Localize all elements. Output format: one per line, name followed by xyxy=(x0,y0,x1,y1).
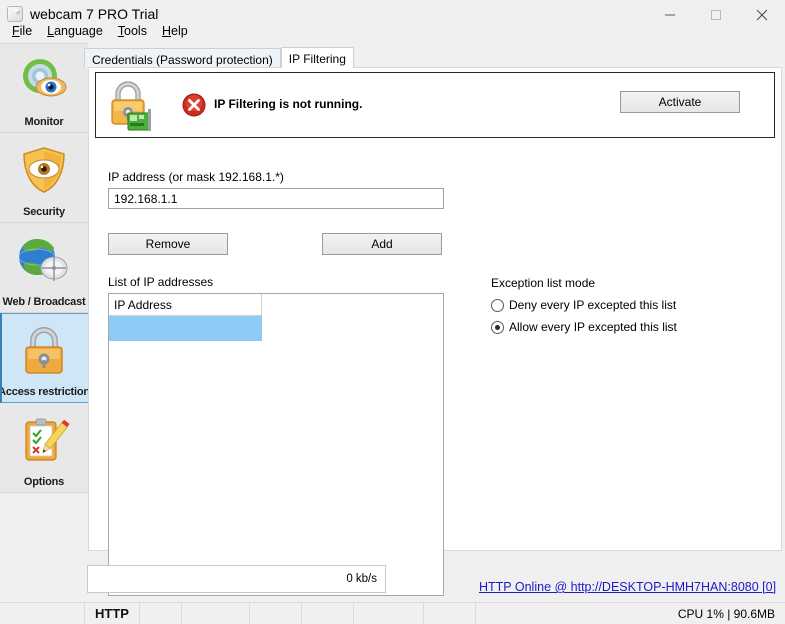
clipboard-pencil-icon xyxy=(0,403,88,476)
sidebar-item-access-restriction[interactable]: Access restriction xyxy=(0,313,90,403)
error-circle-icon xyxy=(182,93,206,117)
exception-list-mode-label: Exception list mode xyxy=(491,276,596,290)
menu-item-file-rest: ile xyxy=(19,24,33,38)
radio-button-selected-icon xyxy=(491,320,504,334)
status-cell-6 xyxy=(354,603,424,624)
ip-list-label: List of IP addresses xyxy=(108,275,214,289)
sidebar-item-monitor[interactable]: Monitor xyxy=(0,43,88,133)
application-window: webcam 7 PRO Trial File Language Tools H… xyxy=(0,0,785,624)
menu-item-file[interactable]: File xyxy=(5,22,40,40)
remove-button[interactable]: Remove xyxy=(108,233,228,255)
status-cell-http: HTTP xyxy=(85,603,140,624)
globe-satellite-icon xyxy=(0,223,88,296)
shield-eye-icon xyxy=(0,133,88,206)
radio-label: Deny every IP excepted this list xyxy=(509,298,677,312)
tab-ip-filtering[interactable]: IP Filtering xyxy=(280,47,354,68)
bandwidth-rate-value: 0 kb/s xyxy=(346,573,377,585)
status-cell-0 xyxy=(0,603,85,624)
radio-button-icon xyxy=(491,298,504,312)
status-bar: HTTP CPU 1% | 90.6MB xyxy=(0,602,785,624)
sidebar-item-label: Options xyxy=(23,476,65,488)
app-window-icon xyxy=(7,6,23,22)
padlock-icon xyxy=(0,314,88,386)
sidebar-item-label: Monitor xyxy=(24,116,64,128)
menu-item-tools-rest: ools xyxy=(124,24,147,38)
tab-credentials[interactable]: Credentials (Password protection) xyxy=(84,48,281,68)
menu-item-language-rest: anguage xyxy=(54,24,103,38)
menu-item-help-rest: elp xyxy=(171,24,188,38)
menu-item-help[interactable]: Help xyxy=(155,22,196,40)
status-banner: IP Filtering is not running. Activate xyxy=(95,72,775,138)
tab-strip: Credentials (Password protection) IP Fil… xyxy=(84,47,354,68)
ip-address-input[interactable] xyxy=(108,188,444,209)
status-cell-3 xyxy=(182,603,250,624)
ip-address-label: IP address (or mask 192.168.1.*) xyxy=(108,170,284,184)
status-cell-2 xyxy=(140,603,182,624)
sidebar-item-web-broadcast[interactable]: Web / Broadcast xyxy=(0,223,88,313)
status-cpu-memory: CPU 1% | 90.6MB xyxy=(677,606,775,621)
ip-address-list[interactable]: IP Address xyxy=(108,293,444,596)
menu-item-tools[interactable]: Tools xyxy=(111,22,155,40)
status-cell-7 xyxy=(424,603,476,624)
http-online-link[interactable]: HTTP Online @ http://DESKTOP-HMH7HAN:808… xyxy=(479,580,776,594)
status-text: IP Filtering is not running. xyxy=(214,97,363,111)
bandwidth-rate-box: 0 kb/s xyxy=(87,565,386,593)
sidebar-item-label: Web / Broadcast xyxy=(2,296,86,308)
status-cell-4 xyxy=(250,603,302,624)
sidebar-item-label: Access restriction xyxy=(0,386,90,398)
list-column-header-ip-address[interactable]: IP Address xyxy=(109,294,262,316)
padlock-network-icon xyxy=(106,79,160,133)
table-row[interactable] xyxy=(109,316,262,341)
sidebar: Monitor Security Web / Broadcast Access … xyxy=(0,43,90,600)
activate-button[interactable]: Activate xyxy=(620,91,740,113)
sidebar-item-security[interactable]: Security xyxy=(0,133,88,223)
monitor-eye-icon xyxy=(0,44,88,116)
menu-item-language[interactable]: Language xyxy=(40,22,111,40)
status-cell-5 xyxy=(302,603,354,624)
radio-allow-every-ip[interactable]: Allow every IP excepted this list xyxy=(491,320,677,334)
sidebar-item-label: Security xyxy=(23,206,65,218)
ip-filtering-panel: IP Filtering is not running. Activate IP… xyxy=(88,67,782,596)
menu-bar: File Language Tools Help xyxy=(0,21,785,41)
radio-deny-every-ip[interactable]: Deny every IP excepted this list xyxy=(491,298,676,312)
radio-label: Allow every IP excepted this list xyxy=(509,320,677,334)
sidebar-item-options[interactable]: Options xyxy=(0,403,88,493)
add-button[interactable]: Add xyxy=(322,233,442,255)
